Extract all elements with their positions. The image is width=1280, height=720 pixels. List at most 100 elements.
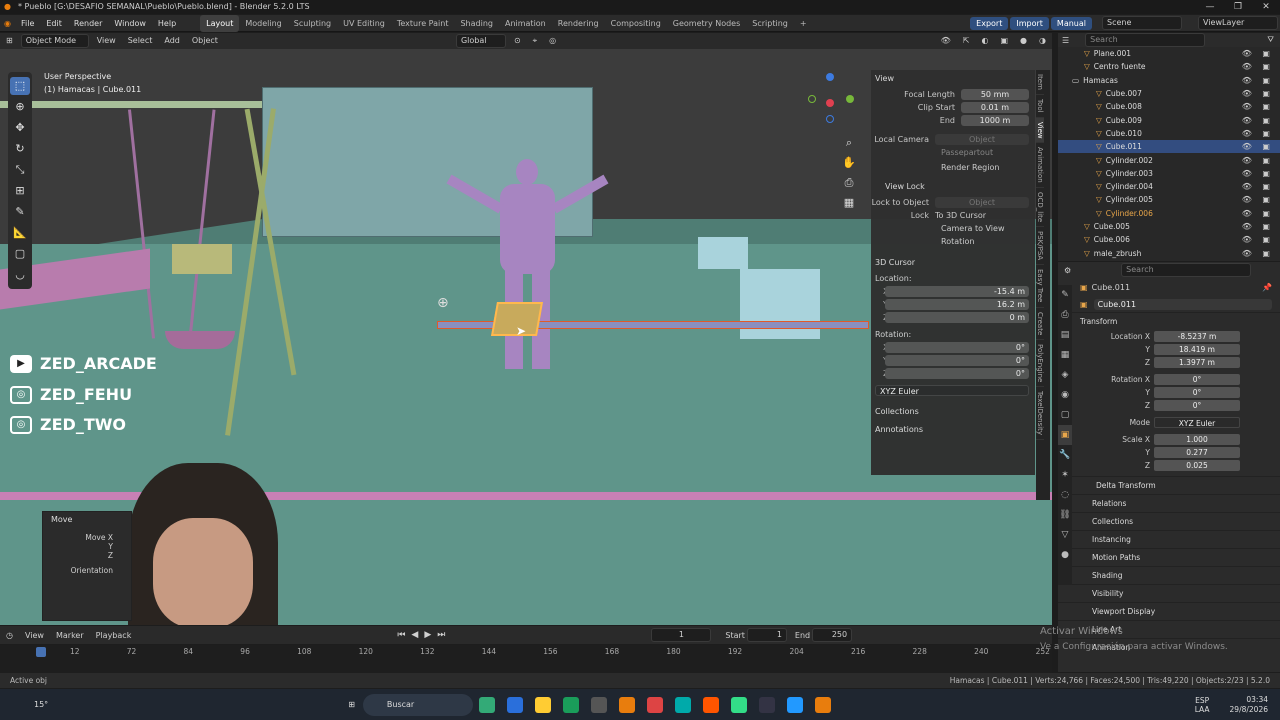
collections-panel-header[interactable]: Collections [1058,512,1280,530]
axis-neg-z-icon[interactable] [826,115,834,123]
language-code[interactable]: ESP [1195,696,1210,705]
menu-window[interactable]: Window [108,15,152,32]
menu-add[interactable]: Add [158,33,186,49]
timeline-ruler[interactable]: 12 72 84 96 108 120 132 144 156 168 180 192 204 216 22… [0,645,1052,673]
menu-select[interactable]: Select [122,33,159,49]
scale-z-field[interactable]: 0.025 [1154,460,1240,471]
local-camera-field[interactable]: Object [935,134,1029,145]
particles-tab-icon[interactable]: ✶ [1058,465,1072,485]
scene-selector[interactable]: Scene [1102,16,1182,30]
zoom-icon[interactable]: ⌕ [842,133,856,153]
tab-item[interactable]: Item [1036,70,1044,95]
timeline-view-menu[interactable]: View [19,631,50,640]
clip-start-field[interactable]: 0.01 m [961,102,1029,113]
visibility-toggle-icon[interactable]: 👁 ▣ [1242,62,1274,71]
outliner-item-name[interactable]: Cube.008 [1106,102,1176,111]
visibility-toggle-icon[interactable]: 👁 ▣ [1242,142,1274,151]
playback-controls[interactable]: ⏮◀▶⏭ [397,630,451,640]
language-layout[interactable]: LAA [1195,705,1210,714]
navigation-gizmo[interactable] [808,73,858,123]
outliner-row[interactable]: ▽ Cube.007 👁 ▣ [1058,87,1280,100]
app-icon[interactable] [646,696,663,713]
app-icon[interactable] [562,696,579,713]
tab-ocd[interactable]: OCD_lite [1036,188,1044,228]
focal-length-field[interactable]: 50 mm [961,89,1029,100]
to-3d-cursor-checkbox[interactable]: To 3D Cursor [935,211,986,220]
tab-layout[interactable]: Layout [200,14,240,32]
menu-file[interactable]: File [15,15,40,32]
clip-end-field[interactable]: 1000 m [961,115,1029,126]
manual-button[interactable]: Manual [1050,16,1092,30]
tab-texeldensity[interactable]: TexelDensity [1036,387,1044,441]
axis-y-icon[interactable] [846,95,854,103]
visibility-toggle-icon[interactable]: 👁 ▣ [1242,235,1274,244]
outliner-row[interactable]: ▽ male_zbrush 👁 ▣ [1058,246,1280,259]
taskbar-time[interactable]: 03:34 [1230,695,1268,705]
tab-polyengine[interactable]: PolyEngine [1036,340,1044,388]
snap-icon[interactable]: ⌖ [527,33,544,49]
axis-z-icon[interactable] [826,73,834,81]
annotate-tool-icon[interactable]: ✎ [10,203,30,221]
outliner-item-name[interactable]: Cube.011 [1106,142,1176,151]
tab-psk[interactable]: PSK/PSA [1036,227,1044,266]
outliner-row[interactable]: ▽ Centro fuente 👁 ▣ [1058,60,1280,73]
visibility-toggle-icon[interactable]: 👁 ▣ [1242,116,1274,125]
location-x-field[interactable]: -8.5237 m [1154,331,1240,342]
rotation-lock-checkbox[interactable]: Rotation [871,237,974,246]
edge-icon[interactable] [674,696,691,713]
scene-tab-icon[interactable]: ◈ [1058,365,1072,385]
collection-tab-icon[interactable]: ▢ [1058,405,1072,425]
modifier-tab-icon[interactable]: 🔧 [1058,445,1072,465]
app-icon[interactable] [730,696,747,713]
outliner-item-name[interactable]: Centro fuente [1094,62,1164,71]
end-frame-field[interactable]: 250 [812,628,853,642]
tab-shading[interactable]: Shading [454,15,499,32]
3d-cursor-header[interactable]: 3D Cursor [871,254,1035,272]
outliner-row[interactable]: ▽ Cube.006 👁 ▣ [1058,233,1280,246]
weather-temp[interactable]: 15° [0,700,48,709]
visibility-toggle-icon[interactable]: 👁 ▣ [1242,222,1274,231]
visibility-toggle-icon[interactable]: 👁 ▣ [1242,102,1274,111]
viewport-display-header[interactable]: Viewport Display [1058,602,1280,620]
annotations-header[interactable]: Annotations [871,421,1035,439]
outliner-search[interactable]: Search [1085,33,1206,47]
cursor-tool-icon[interactable]: ⊕ [10,98,30,116]
tab-texture-paint[interactable]: Texture Paint [391,15,455,32]
outliner-row[interactable]: ▽ Cylinder.003 👁 ▣ [1058,167,1280,180]
grid-view-icon[interactable]: ▦ [842,193,856,213]
timeline-playback-menu[interactable]: Playback [90,631,138,640]
visibility-toggle-icon[interactable]: 👁 ▣ [1242,76,1274,85]
cursor-rot-x-field[interactable]: 0° [885,342,1029,353]
rotation-mode-dropdown[interactable]: XYZ Euler [1154,417,1240,428]
measure-tool-icon[interactable]: 📐 [10,224,30,242]
instancing-header[interactable]: Instancing [1058,530,1280,548]
cursor-x-field[interactable]: -15.4 m [885,286,1029,297]
outliner-row[interactable]: ▽ Plane.001 👁 ▣ [1058,47,1280,60]
outliner-row[interactable]: ▽ Cube.005 👁 ▣ [1058,220,1280,233]
outliner-item-name[interactable]: Cube.010 [1106,129,1176,138]
pivot-icon[interactable]: ⊙ [508,33,527,49]
start-frame-field[interactable]: 1 [746,628,787,642]
import-button[interactable]: Import [1010,16,1049,30]
filter-icon[interactable]: ⛛ [1267,35,1274,45]
move-panel-title[interactable]: Move [43,512,131,527]
blender-menu-icon[interactable]: ◉ [0,19,15,28]
menu-render[interactable]: Render [68,15,108,32]
transform-panel-header[interactable]: Transform [1058,312,1280,330]
tab-create[interactable]: Create [1036,308,1044,340]
xray-icon[interactable]: ▣ [994,33,1014,49]
outliner-row[interactable]: ▽ Cube.010 👁 ▣ [1058,127,1280,140]
select-tool-icon[interactable]: ⬚ [10,77,30,95]
data-tab-icon[interactable]: ▽ [1058,525,1072,545]
menu-object[interactable]: Object [186,33,224,49]
pan-hand-icon[interactable]: ✋ [842,153,856,173]
output-tab-icon[interactable]: ▤ [1058,325,1072,345]
outliner-row[interactable]: ▽ Cube.008 👁 ▣ [1058,100,1280,113]
relations-header[interactable]: Relations [1058,494,1280,512]
render-tab-icon[interactable]: ⎙ [1058,305,1072,325]
camera-view-icon[interactable]: ⎙ [842,173,856,193]
outliner-item-name[interactable]: Cube.007 [1106,89,1176,98]
camera-to-view-checkbox[interactable]: Camera to View [871,224,1005,233]
app-icon[interactable] [758,696,775,713]
editor-type-icon[interactable]: ⊞ [0,33,19,49]
